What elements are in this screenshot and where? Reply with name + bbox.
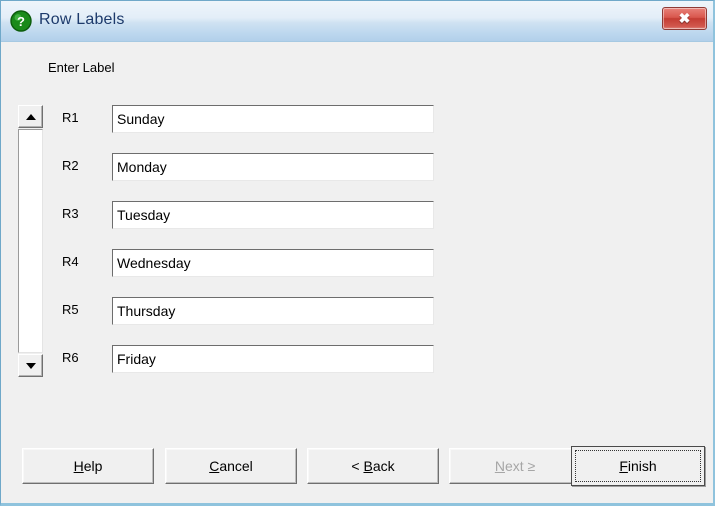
rows-scrollbar[interactable] <box>18 105 43 377</box>
row-entry: R6 <box>62 345 442 373</box>
row-entry: R3 <box>62 201 442 229</box>
row-entry: R1 <box>62 105 442 133</box>
scroll-up-button[interactable] <box>18 105 43 128</box>
row-label-r4: R4 <box>62 254 79 269</box>
row-label-r3: R3 <box>62 206 79 221</box>
row-input-r4[interactable] <box>112 249 434 277</box>
dialog-client-area: Enter Label R1 R2 R3 <box>2 42 712 502</box>
scroll-down-button[interactable] <box>18 354 43 377</box>
chevron-up-icon <box>25 113 36 120</box>
title-bar[interactable]: ? Row Labels ✖ <box>1 1 713 42</box>
svg-text:?: ? <box>17 14 25 29</box>
row-input-r2[interactable] <box>112 153 434 181</box>
enter-label-heading: Enter Label <box>48 60 115 75</box>
help-question-icon: ? <box>10 10 32 32</box>
row-entry: R4 <box>62 249 442 277</box>
next-button-label: Next ≥ <box>494 458 536 474</box>
row-input-r3[interactable] <box>112 201 434 229</box>
row-label-r5: R5 <box>62 302 79 317</box>
scrollbar-track[interactable] <box>18 129 43 353</box>
row-input-r5[interactable] <box>112 297 434 325</box>
finish-button[interactable]: Finish <box>571 446 705 486</box>
window-title: Row Labels <box>39 11 125 28</box>
help-button[interactable]: Help <box>22 448 154 484</box>
finish-button-label: Finish <box>575 450 701 482</box>
help-button-label: Help <box>73 458 103 474</box>
row-label-r2: R2 <box>62 158 79 173</box>
close-icon: ✖ <box>678 10 691 26</box>
next-button: Next ≥ <box>449 448 581 484</box>
chevron-down-icon <box>25 362 36 369</box>
row-labels-dialog: ? Row Labels ✖ Enter Label R1 R2 <box>0 0 715 506</box>
back-button[interactable]: < Back <box>307 448 439 484</box>
cancel-button-label: Cancel <box>209 458 253 474</box>
close-button[interactable]: ✖ <box>662 7 707 30</box>
row-label-r6: R6 <box>62 350 79 365</box>
back-button-label: < Back <box>351 458 395 474</box>
row-input-r6[interactable] <box>112 345 434 373</box>
cancel-button[interactable]: Cancel <box>165 448 297 484</box>
row-entry: R2 <box>62 153 442 181</box>
row-input-r1[interactable] <box>112 105 434 133</box>
row-label-r1: R1 <box>62 110 79 125</box>
row-entry: R5 <box>62 297 442 325</box>
